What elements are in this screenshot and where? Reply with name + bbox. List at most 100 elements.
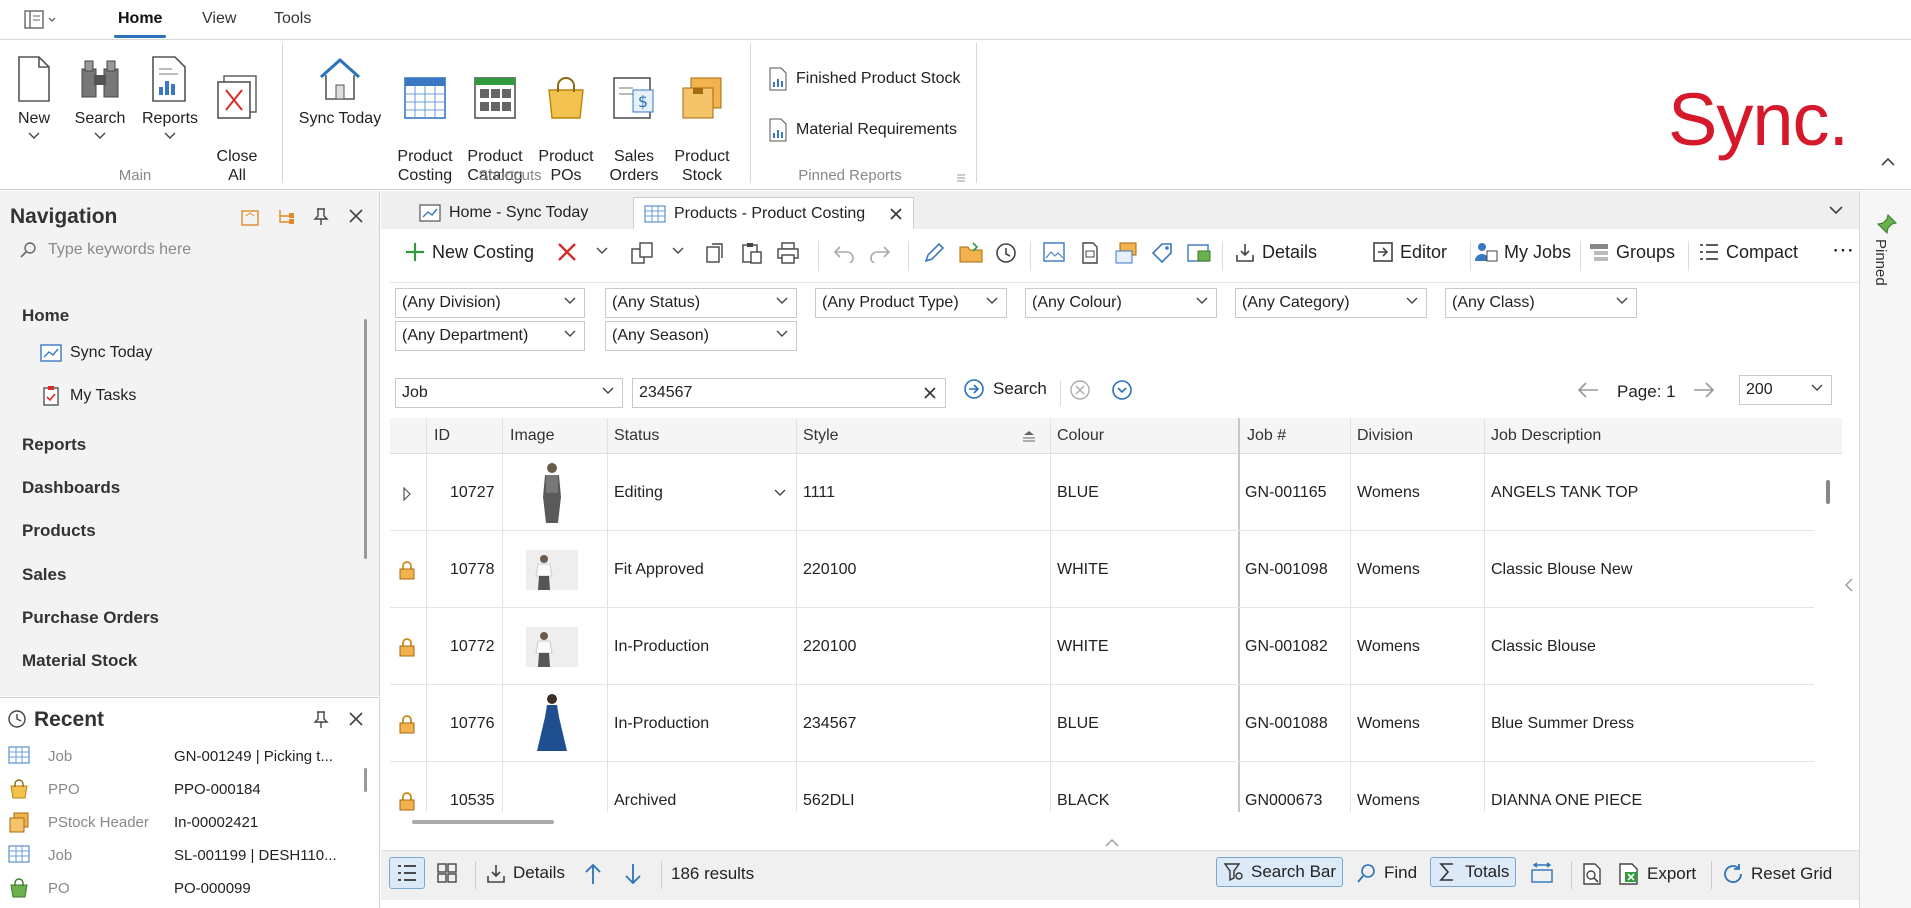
nav-section-home[interactable]: Home: [22, 306, 69, 326]
history-icon[interactable]: [994, 241, 1018, 265]
delete-button[interactable]: [556, 241, 578, 263]
sort-ascending-icon[interactable]: [1022, 430, 1036, 442]
pinned-reports-options-icon[interactable]: [956, 173, 966, 183]
copy-records-icon[interactable]: [630, 241, 656, 265]
cell-status[interactable]: Editing: [614, 484, 663, 502]
reports-button[interactable]: Reports: [140, 55, 200, 146]
column-header-style[interactable]: Style: [803, 418, 839, 454]
previous-page-icon[interactable]: [1576, 380, 1600, 400]
class-filter[interactable]: (Any Class): [1445, 288, 1637, 318]
delete-dropdown-chevron-icon[interactable]: [596, 247, 608, 255]
image-icon[interactable]: [1042, 241, 1066, 263]
shortcut-product-pos[interactable]: Product POs: [536, 55, 596, 185]
grid-horizontal-scrollbar[interactable]: [412, 820, 554, 824]
close-icon[interactable]: [348, 208, 364, 224]
department-filter[interactable]: (Any Department): [395, 321, 585, 351]
clear-search-icon[interactable]: [923, 386, 937, 400]
expand-row-icon[interactable]: [402, 487, 412, 501]
table-row[interactable]: 10772 In-Production 220100 WHITE GN-0010…: [390, 609, 1814, 685]
reset-grid-button[interactable]: Reset Grid: [1721, 862, 1832, 886]
column-header-job-number[interactable]: Job #: [1247, 418, 1286, 454]
table-row[interactable]: 10535 Archived 562DLI BLACK GN000673 Wom…: [390, 763, 1814, 812]
redo-icon[interactable]: [868, 241, 892, 263]
tag-icon[interactable]: [1150, 241, 1174, 265]
pin-icon[interactable]: [312, 207, 330, 227]
page-size-select[interactable]: 200: [1739, 375, 1832, 405]
close-all-button[interactable]: Close All: [212, 55, 262, 185]
expand-filters-icon[interactable]: [1111, 379, 1133, 401]
card-view-icon[interactable]: [436, 862, 458, 884]
more-options-icon[interactable]: ⋯: [1832, 237, 1854, 263]
nav-item-my-tasks[interactable]: My Tasks: [40, 385, 136, 407]
column-header-id[interactable]: ID: [434, 418, 450, 454]
recent-item[interactable]: PPO PPO-000184: [0, 773, 355, 806]
nav-section-dashboards[interactable]: Dashboards: [22, 478, 120, 498]
grid-vertical-scrollbar[interactable]: [1826, 480, 1830, 504]
compact-button[interactable]: Compact: [1698, 241, 1798, 263]
new-costing-button[interactable]: New Costing: [404, 241, 534, 263]
cell-status[interactable]: In-Production: [614, 638, 709, 656]
doc-tab-home-sync-today[interactable]: Home - Sync Today: [409, 197, 598, 229]
fit-columns-icon[interactable]: [1530, 862, 1554, 884]
pin-icon[interactable]: [312, 710, 330, 730]
season-filter[interactable]: (Any Season): [605, 321, 797, 351]
search-bar-toggle[interactable]: Search Bar: [1216, 857, 1344, 887]
close-icon[interactable]: [348, 711, 364, 727]
cell-status[interactable]: Fit Approved: [614, 561, 704, 579]
column-header-image[interactable]: Image: [510, 418, 554, 454]
open-folder-icon[interactable]: [958, 241, 984, 265]
cell-status[interactable]: Archived: [614, 792, 676, 810]
doc-tab-products-product-costing[interactable]: Products - Product Costing: [633, 197, 915, 229]
nav-home-icon[interactable]: [240, 207, 260, 227]
details-button[interactable]: Details: [1234, 241, 1317, 263]
search-button[interactable]: Search: [72, 55, 128, 146]
nav-section-products[interactable]: Products: [22, 521, 96, 541]
shortcut-sync-today[interactable]: Sync Today: [296, 55, 384, 128]
recent-scrollbar[interactable]: [364, 768, 367, 792]
nav-scrollbar[interactable]: [364, 319, 367, 559]
chevron-down-icon[interactable]: [774, 489, 786, 497]
nav-tree-icon[interactable]: [276, 207, 296, 227]
column-header-division[interactable]: Division: [1357, 418, 1413, 454]
close-icon[interactable]: [889, 207, 903, 221]
copy-icon[interactable]: [704, 241, 728, 265]
export-button[interactable]: Export: [1617, 862, 1696, 886]
details-button[interactable]: Details: [485, 862, 565, 884]
table-row[interactable]: 10727 Editing 1111 BLUE GN-001165 Womens…: [390, 455, 1814, 531]
copy-dropdown-chevron-icon[interactable]: [672, 247, 684, 255]
totals-toggle[interactable]: Totals: [1430, 857, 1517, 887]
shortcut-product-stock[interactable]: Product Stock: [672, 55, 732, 185]
recent-item[interactable]: PO PO-000099: [0, 872, 355, 905]
nav-section-purchase-orders[interactable]: Purchase Orders: [22, 608, 159, 628]
pinned-report-material-requirements[interactable]: Material Requirements: [768, 118, 957, 142]
status-filter[interactable]: (Any Status): [605, 288, 797, 318]
tab-list-chevron-icon[interactable]: [1829, 205, 1843, 215]
paste-icon[interactable]: [740, 241, 764, 265]
price-list-icon[interactable]: [1186, 241, 1212, 265]
search-field-select[interactable]: Job: [395, 378, 623, 408]
shortcut-sales-orders[interactable]: $ Sales Orders: [604, 55, 664, 185]
tab-view[interactable]: View: [202, 10, 236, 28]
colour-filter[interactable]: (Any Colour): [1025, 288, 1217, 318]
search-input[interactable]: 234567: [632, 378, 946, 408]
column-header-colour[interactable]: Colour: [1057, 418, 1104, 454]
tab-tools[interactable]: Tools: [274, 10, 311, 28]
recent-item[interactable]: Job GN-001249 | Picking t...: [0, 740, 355, 773]
app-menu-icon[interactable]: [24, 9, 58, 31]
nav-section-material-stock[interactable]: Material Stock: [22, 651, 137, 671]
tab-home[interactable]: Home: [113, 10, 167, 38]
recent-item[interactable]: PStock Header In-00002421: [0, 806, 355, 839]
search-button[interactable]: Search: [963, 378, 1047, 400]
document-copy-icon[interactable]: [1078, 241, 1102, 265]
division-filter[interactable]: (Any Division): [395, 288, 585, 318]
recent-item[interactable]: Job SL-001199 | DESH110...: [0, 839, 355, 872]
print-icon[interactable]: [776, 241, 800, 265]
editor-button[interactable]: Editor: [1372, 241, 1447, 263]
column-header-job-description[interactable]: Job Description: [1491, 418, 1601, 454]
side-panel-chevron-icon[interactable]: [1845, 578, 1853, 592]
groups-button[interactable]: Groups: [1588, 241, 1675, 263]
pinned-report-finished-product-stock[interactable]: Finished Product Stock: [768, 67, 961, 91]
move-down-icon[interactable]: [623, 862, 643, 886]
cell-status[interactable]: In-Production: [614, 715, 709, 733]
stack-docs-icon[interactable]: [1114, 241, 1140, 265]
